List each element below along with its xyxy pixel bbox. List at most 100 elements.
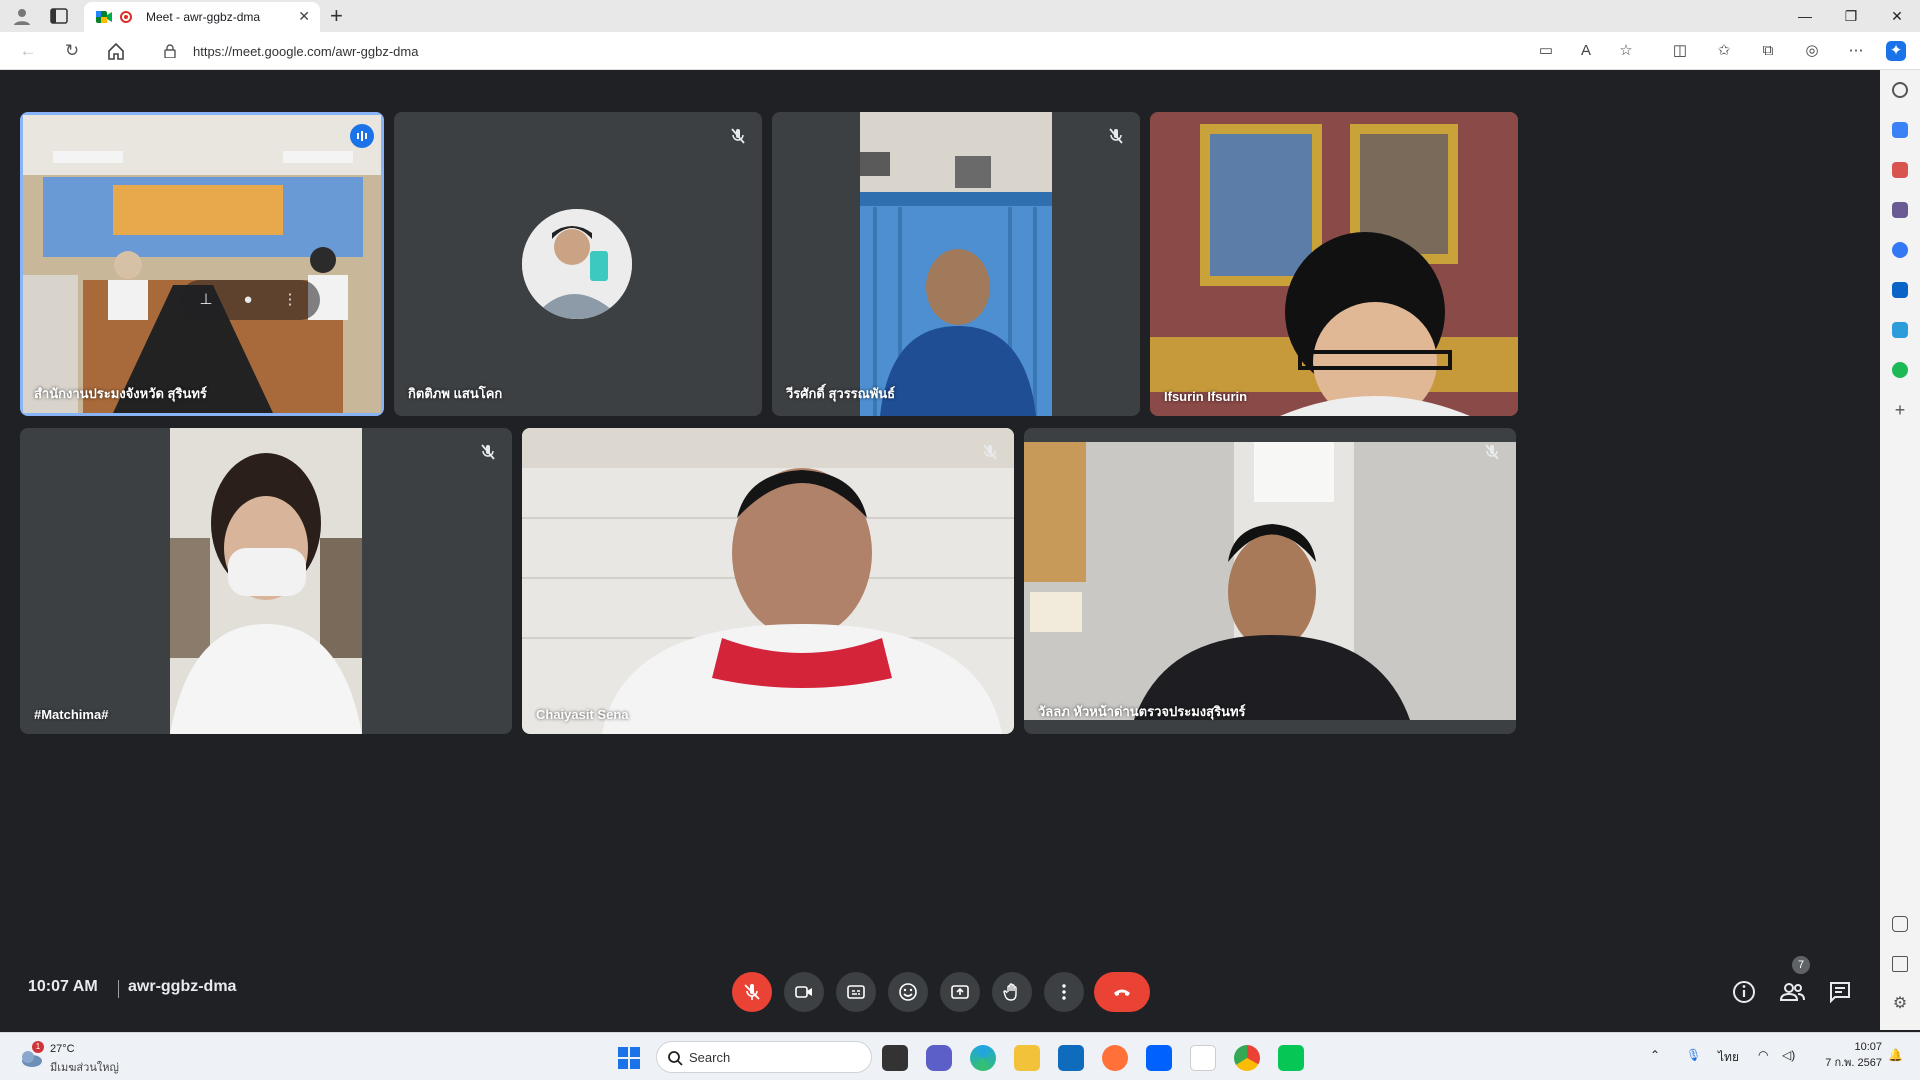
participant-name: สำนักงานประมงจังหวัด สุรินทร์ xyxy=(34,386,207,401)
speaking-indicator-icon xyxy=(350,124,374,148)
taskbar-date: 7 ก.พ. 2567 xyxy=(1825,1057,1882,1069)
meeting-details-icon[interactable] xyxy=(1728,976,1760,1008)
raise-hand-button[interactable] xyxy=(992,972,1032,1012)
weather-widget[interactable]: 1 27°C มีเมฆส่วนใหญ่ xyxy=(14,1041,124,1075)
end-call-icon xyxy=(1114,989,1130,996)
present-screen-button[interactable] xyxy=(940,972,980,1012)
participant-tile[interactable]: Chaiyasit Sena xyxy=(522,428,1014,734)
tab-close-icon[interactable]: ✕ xyxy=(298,8,310,25)
input-language[interactable]: ไทย xyxy=(1718,1048,1739,1067)
taskbar-clock[interactable]: 10:07 7 ก.พ. 2567 xyxy=(1812,1039,1882,1071)
task-view-icon[interactable] xyxy=(882,1045,908,1071)
address-bar[interactable]: https://meet.google.com/awr-ggbz-dma xyxy=(146,36,1626,66)
reactions-button[interactable] xyxy=(888,972,928,1012)
camera-in-use-icon[interactable]: ▭ xyxy=(1536,41,1556,61)
show-hidden-icons-icon[interactable]: ⌃ xyxy=(1650,1048,1660,1062)
reload-button[interactable]: ↻ xyxy=(62,41,82,61)
line-icon[interactable] xyxy=(1278,1045,1304,1071)
file-explorer-icon[interactable] xyxy=(1014,1045,1040,1071)
tile-hover-controls: ⊥ ● ⋮ xyxy=(180,280,320,320)
participant-tile[interactable]: วีรศักดิ์ สุวรรณพันธ์ xyxy=(772,112,1140,416)
microphone-button[interactable] xyxy=(732,972,772,1012)
search-icon xyxy=(668,1051,683,1066)
mail-icon[interactable] xyxy=(1058,1045,1084,1071)
pin-icon[interactable]: ⊥ xyxy=(196,290,216,310)
back-button[interactable]: ← xyxy=(18,41,38,61)
participant-tile[interactable]: #Matchima# xyxy=(20,428,512,734)
meeting-time: 10:07 AM xyxy=(28,978,98,995)
amazon-icon[interactable] xyxy=(1190,1045,1216,1071)
url-text[interactable]: https://meet.google.com/awr-ggbz-dma xyxy=(193,44,418,59)
browser-tab-meet[interactable]: Meet - awr-ggbz-dma ✕ xyxy=(84,2,320,32)
chat-icon[interactable] xyxy=(1824,976,1856,1008)
camera-button[interactable] xyxy=(784,972,824,1012)
windows-taskbar: 1 27°C มีเมฆส่วนใหญ่ Search ⌃ 🎙 ไทย ◠ ◁)… xyxy=(0,1032,1920,1080)
favorites-icon[interactable]: ✩ xyxy=(1714,41,1734,61)
sidebar-add-icon[interactable]: + xyxy=(1892,401,1908,419)
participant-video xyxy=(1024,442,1516,720)
wifi-icon[interactable]: ◠ xyxy=(1758,1048,1768,1062)
sidebar-send-icon[interactable] xyxy=(1892,322,1908,338)
muted-mic-icon xyxy=(983,444,997,460)
captions-button[interactable] xyxy=(836,972,876,1012)
tab-title: Meet - awr-ggbz-dma xyxy=(146,10,261,24)
start-icon[interactable] xyxy=(616,1045,642,1071)
people-icon[interactable] xyxy=(1776,976,1808,1008)
mute-participant-icon[interactable]: ● xyxy=(238,290,258,310)
read-aloud-icon[interactable]: A xyxy=(1576,41,1596,61)
participant-tile[interactable]: ⊥ ● ⋮ สำนักงานประมงจังหวัด สุรินทร์ xyxy=(20,112,384,416)
collections-icon[interactable]: ⧉ xyxy=(1758,41,1778,61)
chrome-icon[interactable] xyxy=(1234,1045,1260,1071)
participant-tile[interactable]: วัลลภ หัวหน้าด่านตรวจประมงสุรินทร์ xyxy=(1024,428,1516,734)
volume-icon[interactable]: ◁) xyxy=(1782,1048,1795,1062)
sidebar-tools-icon[interactable] xyxy=(1892,162,1908,178)
restore-button[interactable]: ❐ xyxy=(1828,0,1874,32)
more-options-button[interactable] xyxy=(1044,972,1084,1012)
participant-tile[interactable]: กิตติภพ แสนโคก xyxy=(394,112,762,416)
sidebar-settings-icon[interactable]: ⚙ xyxy=(1892,996,1908,1012)
browser-toolbar: ← ↻ https://meet.google.com/awr-ggbz-dma… xyxy=(0,32,1920,70)
sidebar-spotify-icon[interactable] xyxy=(1892,362,1908,378)
teams-chat-icon[interactable] xyxy=(926,1045,952,1071)
participant-tile[interactable]: Ifsurin Ifsurin xyxy=(1150,112,1518,416)
lock-icon[interactable] xyxy=(164,44,176,58)
edge-browser-icon[interactable] xyxy=(970,1045,996,1071)
sidebar-screenshot-icon[interactable] xyxy=(1892,916,1908,932)
more-options-icon[interactable]: ⋮ xyxy=(280,290,300,310)
sidebar-search-icon[interactable] xyxy=(1892,82,1908,98)
taskbar-search-box[interactable]: Search xyxy=(656,1041,872,1073)
sidebar-microsoft365-icon[interactable] xyxy=(1892,242,1908,258)
participant-name: วีรศักดิ์ สุวรรณพันธ์ xyxy=(786,386,896,401)
mic-off-icon xyxy=(744,984,760,1000)
sidebar-outlook-icon[interactable] xyxy=(1892,282,1908,298)
sidebar-shopping-icon[interactable] xyxy=(1892,122,1908,138)
split-screen-icon[interactable]: ◫ xyxy=(1670,41,1690,61)
leave-call-button[interactable] xyxy=(1094,972,1150,1012)
tab-actions-icon[interactable] xyxy=(50,7,68,25)
copilot-icon[interactable]: ✦ xyxy=(1886,41,1906,61)
participant-name: วัลลภ หัวหน้าด่านตรวจประมงสุรินทร์ xyxy=(1038,704,1246,719)
sidebar-layout-icon[interactable] xyxy=(1892,956,1908,972)
sidebar-games-icon[interactable] xyxy=(1892,202,1908,218)
weather-condition: มีเมฆส่วนใหญ่ xyxy=(50,1062,119,1074)
muted-mic-icon xyxy=(731,128,745,144)
notification-bell-icon[interactable]: 🔔 xyxy=(1888,1048,1903,1062)
dropbox-icon[interactable] xyxy=(1146,1045,1172,1071)
divider xyxy=(118,980,119,998)
more-menu-icon[interactable]: ⋯ xyxy=(1846,41,1866,61)
microphone-tray-icon[interactable]: 🎙 xyxy=(1686,1048,1701,1062)
firefox-icon[interactable] xyxy=(1102,1045,1128,1071)
participant-name: Ifsurin Ifsurin xyxy=(1164,389,1248,404)
meet-stage: ⊥ ● ⋮ สำนักงานประมงจังหวัด สุรินทร์ กิตต… xyxy=(4,70,1876,1028)
extension-icon[interactable]: ◎ xyxy=(1802,41,1822,61)
google-meet-favicon-icon xyxy=(96,11,112,23)
new-tab-button[interactable]: + xyxy=(330,2,343,30)
participant-video xyxy=(1150,112,1518,416)
hand-icon xyxy=(1003,983,1017,1001)
home-icon[interactable] xyxy=(106,41,126,61)
favorite-star-icon[interactable]: ☆ xyxy=(1616,41,1636,61)
minimize-button[interactable]: — xyxy=(1782,0,1828,32)
profile-icon[interactable] xyxy=(12,6,32,26)
close-window-button[interactable]: ✕ xyxy=(1874,0,1920,32)
edge-sidebar: + ⚙ xyxy=(1880,70,1920,1030)
